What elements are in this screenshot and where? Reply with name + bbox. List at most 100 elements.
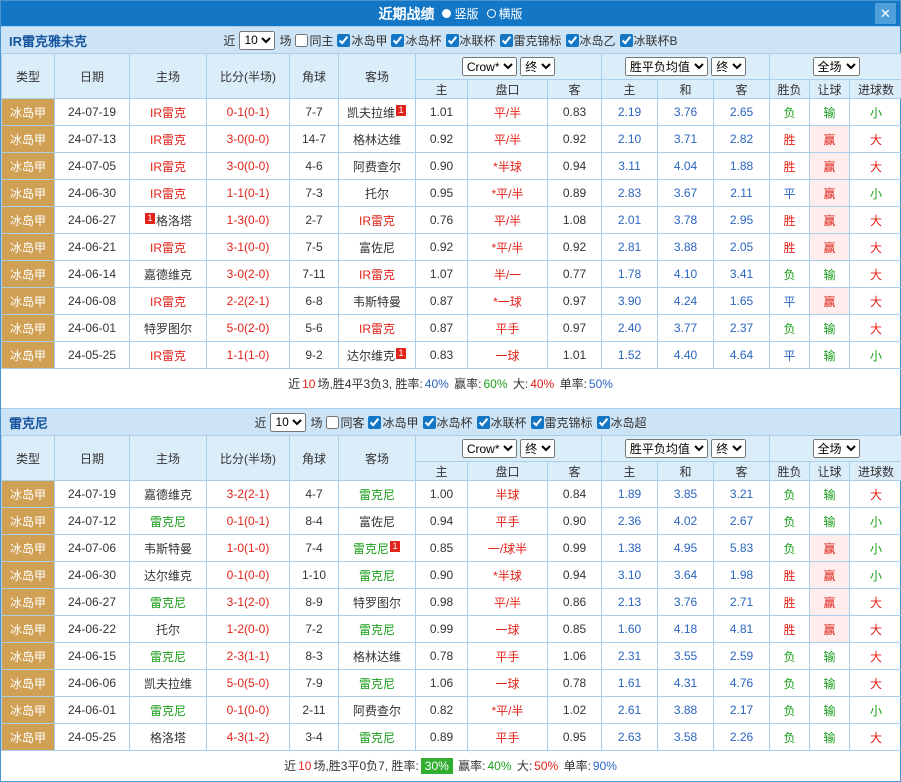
avg-win-cell: 2.81 [602,234,658,261]
col-away-header: 客场 [339,54,416,99]
odds-source-select[interactable]: Crow* [462,57,517,76]
match-count-select[interactable]: 10 [239,31,275,50]
avg-lose-cell: 2.11 [714,180,770,207]
scope-select[interactable]: 全场 [813,57,860,76]
col-corner-header: 角球 [290,436,339,481]
league-checkbox[interactable] [391,34,404,47]
league-checkbox[interactable] [446,34,459,47]
league-checkbox[interactable] [368,416,381,429]
away-odds-cell: 0.78 [548,670,602,697]
result-cell: 负 [770,261,810,288]
date-cell: 24-06-27 [55,589,130,616]
avg-stage-select[interactable]: 终 [711,439,746,458]
league-checkbox[interactable] [566,34,579,47]
away-odds-cell: 1.08 [548,207,602,234]
col-avg-win-header: 主 [602,462,658,481]
league-checkbox[interactable] [477,416,490,429]
league-checkbox[interactable] [531,416,544,429]
handicap-cell: 平/半 [468,207,548,234]
result-cell: 平 [770,180,810,207]
league-checkbox[interactable] [620,34,633,47]
league-checkbox[interactable] [337,34,350,47]
date-cell: 24-06-15 [55,643,130,670]
col-result-header: 胜负 [770,80,810,99]
avg-stage-select[interactable]: 终 [711,57,746,76]
league-type-cell: 冰岛甲 [2,481,55,508]
layout-vertical-radio[interactable]: 竖版 [442,5,478,22]
layout-horizontal-radio[interactable]: 横版 [487,5,523,22]
goals-result-cell: 小 [850,180,901,207]
same-venue-filter[interactable]: 同客 [326,414,364,431]
league-checkbox[interactable] [500,34,513,47]
away-team-cell: 雷克尼 [339,481,416,508]
league-filter[interactable]: 冰联杯 [446,32,496,49]
away-odds-cell: 0.77 [548,261,602,288]
odds-stage-select[interactable]: 终 [520,57,555,76]
date-cell: 24-06-22 [55,616,130,643]
league-filter[interactable]: 冰岛超 [597,414,647,431]
summary-segment: 大: [514,759,533,773]
avg-type-select[interactable]: 胜平负均值 [625,439,708,458]
league-label: 冰联杯B [634,32,678,49]
league-filter[interactable]: 冰岛甲 [368,414,418,431]
close-button[interactable]: ✕ [875,3,896,24]
away-odds-cell: 0.92 [548,234,602,261]
same-venue-checkbox[interactable] [295,34,308,47]
avg-type-select[interactable]: 胜平负均值 [625,57,708,76]
avg-draw-cell: 3.85 [658,481,714,508]
league-filter[interactable]: 冰岛杯 [391,32,441,49]
avg-lose-cell: 2.59 [714,643,770,670]
home-team-cell: IR雷克 [130,234,207,261]
avg-draw-cell: 4.02 [658,508,714,535]
league-filter[interactable]: 雷克锦标 [500,32,562,49]
filter-bar: 近 10 场 同主 冰岛甲冰岛杯冰联杯雷克锦标冰岛乙冰联杯B [223,31,677,50]
col-home-odds-header: 主 [416,462,468,481]
avg-win-cell: 2.13 [602,589,658,616]
odds-source-select[interactable]: Crow* [462,439,517,458]
league-type-cell: 冰岛甲 [2,535,55,562]
match-count-select[interactable]: 10 [270,413,306,432]
col-date-header: 日期 [55,54,130,99]
handicap-result-cell: 输 [810,724,850,751]
league-filter[interactable]: 冰岛杯 [423,414,473,431]
league-type-cell: 冰岛甲 [2,697,55,724]
score-cell: 5-0(5-0) [207,670,290,697]
league-type-cell: 冰岛甲 [2,643,55,670]
away-odds-cell: 1.06 [548,643,602,670]
avg-lose-cell: 2.26 [714,724,770,751]
result-cell: 负 [770,508,810,535]
col-handicap-result-header: 让球 [810,80,850,99]
league-checkbox[interactable] [597,416,610,429]
league-checkbox[interactable] [423,416,436,429]
avg-lose-cell: 3.21 [714,481,770,508]
same-venue-checkbox[interactable] [326,416,339,429]
league-type-cell: 冰岛甲 [2,562,55,589]
league-filter[interactable]: 冰岛乙 [566,32,616,49]
league-filter[interactable]: 冰联杯 [477,414,527,431]
avg-win-cell: 1.78 [602,261,658,288]
result-cell: 胜 [770,589,810,616]
league-filter[interactable]: 冰岛甲 [337,32,387,49]
match-row: 冰岛甲24-05-25格洛塔4-3(1-2)3-4雷克尼0.89平手0.952.… [2,724,901,751]
handicap-result-cell: 输 [810,261,850,288]
corner-cell: 8-4 [290,508,339,535]
away-team-cell: IR雷克 [339,207,416,234]
avg-lose-cell: 2.17 [714,697,770,724]
summary-segment: 40% [488,759,512,773]
avg-draw-cell: 4.31 [658,670,714,697]
team-section-away: 雷克尼 近 10 场 同客 冰岛甲冰岛杯冰联杯雷克锦标冰岛超 [1,408,900,781]
odds-stage-select[interactable]: 终 [520,439,555,458]
col-away-odds-header: 客 [548,80,602,99]
league-filter[interactable]: 冰联杯B [620,32,678,49]
handicap-result-cell: 赢 [810,589,850,616]
home-team-cell: 雷克尼 [130,697,207,724]
match-row: 冰岛甲24-07-13IR雷克3-0(0-0)14-7格林达维0.92平/半0.… [2,126,901,153]
team-section-header: IR雷克雅未克 近 10 场 同主 冰岛甲冰岛杯冰联杯雷克锦标冰岛乙冰联杯B [1,26,900,53]
same-venue-filter[interactable]: 同主 [295,32,333,49]
scope-select[interactable]: 全场 [813,439,860,458]
dialog-titlebar: 近期战绩 竖版 横版 ✕ [1,1,900,26]
league-type-cell: 冰岛甲 [2,670,55,697]
league-filter[interactable]: 雷克锦标 [531,414,593,431]
avg-draw-cell: 4.04 [658,153,714,180]
match-row: 冰岛甲24-07-05IR雷克3-0(0-0)4-6阿费查尔0.90*半球0.9… [2,153,901,180]
